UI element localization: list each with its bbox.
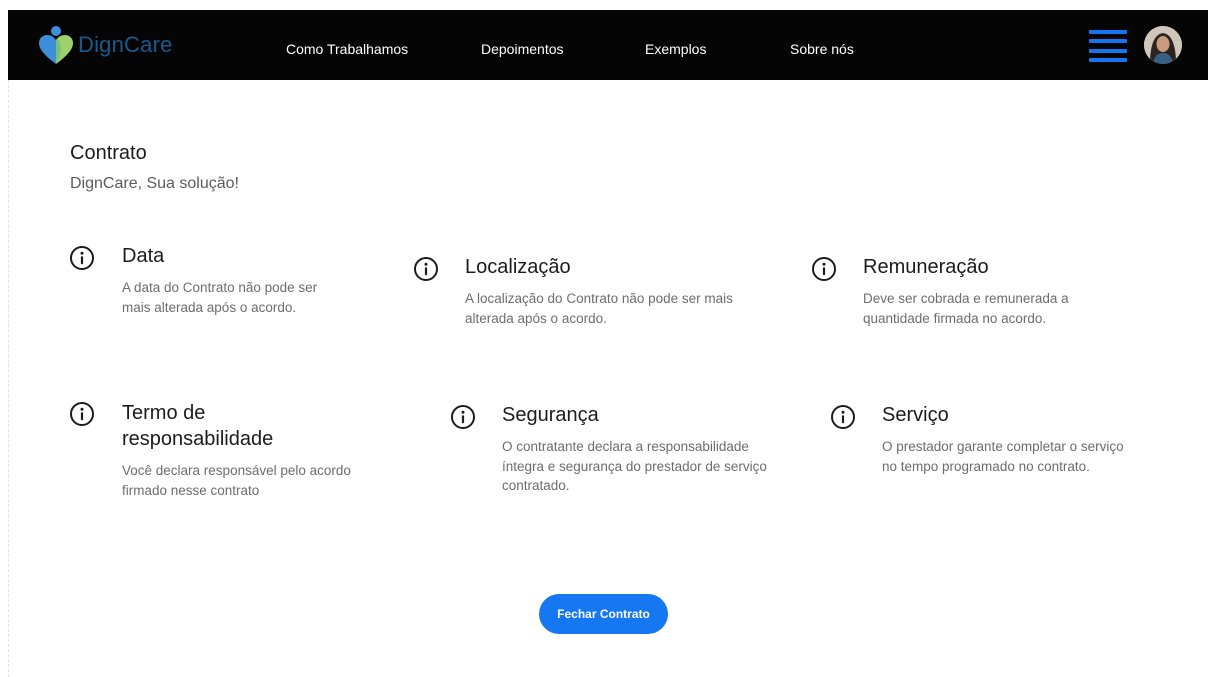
digncare-logo-icon bbox=[39, 26, 73, 64]
info-icon bbox=[830, 404, 856, 430]
menu-line bbox=[1089, 39, 1127, 44]
info-icon bbox=[69, 245, 95, 271]
item-description: Você declara responsável pelo acordo fir… bbox=[122, 463, 351, 498]
user-avatar[interactable] bbox=[1144, 26, 1182, 64]
item-title: Segurança bbox=[502, 404, 599, 426]
avatar-portrait-icon bbox=[1144, 26, 1182, 64]
item-description: O contratante declara a responsabilidade… bbox=[502, 439, 767, 493]
item-title: Serviço bbox=[882, 404, 949, 426]
top-navbar: DignCare Como Trabalhamos Depoimentos Ex… bbox=[8, 10, 1208, 80]
item-description: O prestador garante completar o serviço … bbox=[882, 439, 1124, 474]
brand[interactable]: DignCare bbox=[36, 24, 173, 66]
item-title: Localização bbox=[465, 256, 571, 278]
page-subtitle: DignCare, Sua solução! bbox=[70, 175, 239, 192]
nav-link-como-trabalhamos[interactable]: Como Trabalhamos bbox=[286, 41, 408, 57]
nav-link-depoimentos[interactable]: Depoimentos bbox=[481, 41, 564, 57]
nav-link-sobre-nos[interactable]: Sobre nós bbox=[790, 41, 854, 57]
item-title: Remuneração bbox=[863, 256, 989, 278]
fechar-contrato-button[interactable]: Fechar Contrato bbox=[539, 594, 668, 634]
info-icon bbox=[413, 256, 439, 282]
info-icon bbox=[450, 404, 476, 430]
item-description: A localização do Contrato não pode ser m… bbox=[465, 291, 733, 326]
page-frame bbox=[8, 10, 1208, 677]
item-description: Deve ser cobrada e remunerada a quantida… bbox=[863, 291, 1069, 326]
item-title: Termo de responsabilidade bbox=[122, 402, 274, 450]
hamburger-menu-icon[interactable] bbox=[1089, 30, 1127, 62]
menu-line bbox=[1089, 57, 1127, 62]
nav-link-exemplos[interactable]: Exemplos bbox=[645, 41, 706, 57]
menu-line bbox=[1089, 48, 1127, 53]
page-title: Contrato bbox=[70, 142, 147, 164]
item-title: Data bbox=[122, 245, 165, 267]
item-description: A data do Contrato não pode ser mais alt… bbox=[122, 280, 318, 315]
info-icon bbox=[69, 401, 95, 427]
brand-name: DignCare bbox=[78, 32, 173, 57]
info-icon bbox=[811, 256, 837, 282]
menu-line bbox=[1089, 30, 1127, 34]
